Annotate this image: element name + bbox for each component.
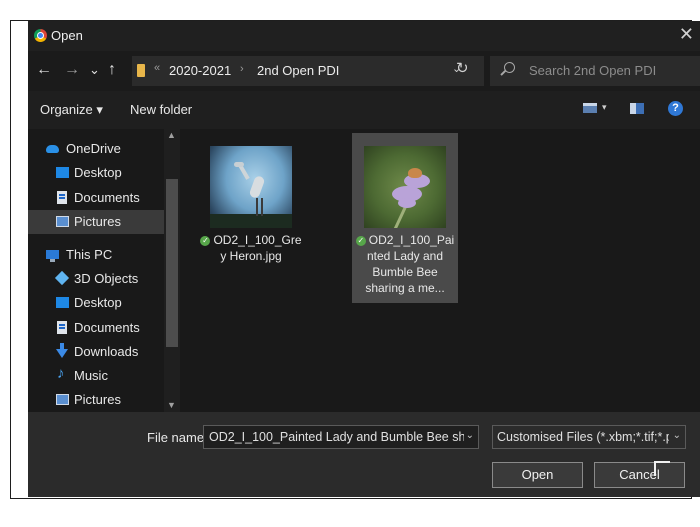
sidebar-scrollbar[interactable]: ▲ ▼ [164, 129, 180, 412]
command-bar: Organize ▾ New folder ▾ ? [28, 91, 700, 129]
view-options-dropdown-icon[interactable]: ▾ [602, 102, 607, 113]
cancel-button[interactable]: Cancel [594, 462, 685, 488]
window-title: Open [51, 28, 83, 43]
heron-thumbnail [210, 146, 292, 228]
scrollbar-thumb[interactable] [166, 179, 178, 347]
refresh-icon[interactable]: ↻ [456, 59, 469, 77]
file-name-label: File name: [147, 430, 208, 445]
sidebar-item-label: Downloads [74, 344, 139, 359]
address-bar[interactable]: « 2020-2021 › 2nd Open PDI ⌄ [132, 56, 484, 86]
preview-pane-icon[interactable] [630, 103, 644, 114]
sidebar-item-label: Desktop [74, 295, 122, 310]
cloud-icon [46, 145, 59, 153]
downloads-icon [56, 343, 68, 358]
pictures-icon [56, 394, 69, 405]
scroll-up-arrow-icon[interactable]: ▲ [167, 130, 176, 140]
file-type-select[interactable]: Customised Files (*.xbm;*.tif;*.p ⌄ [492, 425, 686, 449]
file-name-value[interactable]: OD2_I_100_Painted Lady and Bumble Bee sh… [209, 430, 464, 444]
sidebar-item-label: Documents [74, 190, 140, 205]
new-folder-button[interactable]: New folder [130, 102, 192, 117]
scroll-down-arrow-icon[interactable]: ▼ [167, 400, 176, 410]
sidebar-item-label: Music [74, 368, 108, 383]
search-box[interactable]: Search 2nd Open PDI [490, 56, 700, 86]
sidebar-item-downloads[interactable]: Downloads [28, 340, 164, 364]
file-name-dropdown-icon[interactable]: ⌄ [466, 430, 474, 441]
file-item-grey-heron[interactable]: ✓ OD2_I_100_Gre y Heron.jpg [198, 133, 304, 303]
file-name: ✓ OD2_I_100_Gre y Heron.jpg [200, 233, 302, 263]
file-type-value[interactable]: Customised Files (*.xbm;*.tif;*.p [497, 430, 669, 444]
organize-button[interactable]: Organize ▾ [40, 102, 103, 118]
help-icon[interactable]: ? [668, 101, 683, 116]
breadcrumb-2020-2021[interactable]: 2020-2021 [169, 63, 231, 78]
open-file-dialog: Open ✕ ← → ⌄ ↑ « 2020-2021 › 2nd Open PD… [28, 21, 700, 497]
search-placeholder: Search 2nd Open PDI [529, 63, 657, 78]
sidebar-item-this-pc[interactable]: This PC [28, 243, 164, 267]
title-bar: Open ✕ [28, 21, 700, 51]
desktop-icon [56, 297, 69, 308]
file-type-dropdown-icon[interactable]: ⌄ [673, 430, 681, 441]
breadcrumb-separator-icon[interactable]: › [240, 63, 244, 75]
close-icon[interactable]: ✕ [679, 24, 694, 45]
sidebar-item-3d-objects[interactable]: 3D Objects [28, 267, 164, 291]
file-list: ✓ OD2_I_100_Gre y Heron.jpg ✓ OD2_I_100_Pa… [180, 129, 700, 412]
painted-lady-thumbnail [364, 146, 446, 228]
up-arrow-icon[interactable]: ↑ [108, 60, 116, 80]
sidebar-item-desktop[interactable]: Desktop [28, 161, 164, 185]
pictures-icon [56, 216, 69, 227]
chrome-app-icon [34, 29, 47, 42]
sidebar-item-documents-pc[interactable]: Documents [28, 316, 164, 340]
this-pc-icon [46, 250, 59, 262]
sidebar-item-pictures-pc[interactable]: Pictures [28, 388, 164, 412]
file-name-field[interactable]: OD2_I_100_Painted Lady and Bumble Bee sh… [203, 425, 479, 449]
documents-icon [57, 191, 67, 204]
resize-grip[interactable] [654, 461, 670, 476]
navigation-bar: ← → ⌄ ↑ « 2020-2021 › 2nd Open PDI ⌄ ↻ S… [28, 51, 700, 91]
sidebar-item-label: Pictures [74, 214, 121, 229]
sidebar-item-onedrive[interactable]: OneDrive [28, 137, 164, 161]
desktop-icon [56, 167, 69, 178]
overflow-chevron-icon[interactable]: « [154, 62, 160, 74]
dialog-footer: File name: OD2_I_100_Painted Lady and Bu… [28, 412, 700, 497]
sidebar-item-label: OneDrive [66, 141, 121, 156]
sidebar-item-music[interactable]: ♪ Music [28, 364, 164, 388]
forward-arrow-icon[interactable]: → [64, 60, 80, 80]
music-icon: ♪ [57, 365, 65, 382]
sidebar-item-label: Documents [74, 320, 140, 335]
navigation-pane: OneDrive Desktop Documents Pictures This… [28, 129, 180, 412]
recent-locations-chevron-icon[interactable]: ⌄ [89, 60, 100, 80]
file-item-painted-lady[interactable]: ✓ OD2_I_100_Pai nted Lady and Bumble Bee … [352, 133, 458, 303]
sidebar-item-documents[interactable]: Documents [28, 186, 164, 210]
sidebar-item-label: This PC [66, 247, 113, 262]
back-arrow-icon[interactable]: ← [36, 60, 52, 80]
sidebar-item-label: Pictures [74, 392, 121, 407]
synced-check-icon: ✓ [200, 235, 211, 246]
sidebar-item-label: Desktop [74, 165, 122, 180]
open-button[interactable]: Open [492, 462, 583, 488]
sidebar-item-desktop-pc[interactable]: Desktop [28, 291, 164, 315]
sidebar-item-pictures[interactable]: Pictures [28, 210, 164, 234]
documents-icon [57, 321, 67, 334]
search-icon [504, 62, 515, 73]
sidebar-item-label: 3D Objects [74, 271, 139, 286]
3d-objects-icon [54, 270, 70, 286]
breadcrumb-2nd-open-pdi[interactable]: 2nd Open PDI [257, 63, 339, 78]
synced-check-icon: ✓ [355, 235, 366, 246]
folder-icon [137, 64, 145, 77]
file-name: ✓ OD2_I_100_Pai nted Lady and Bumble Bee … [355, 233, 455, 295]
change-view-icon[interactable] [583, 103, 597, 113]
